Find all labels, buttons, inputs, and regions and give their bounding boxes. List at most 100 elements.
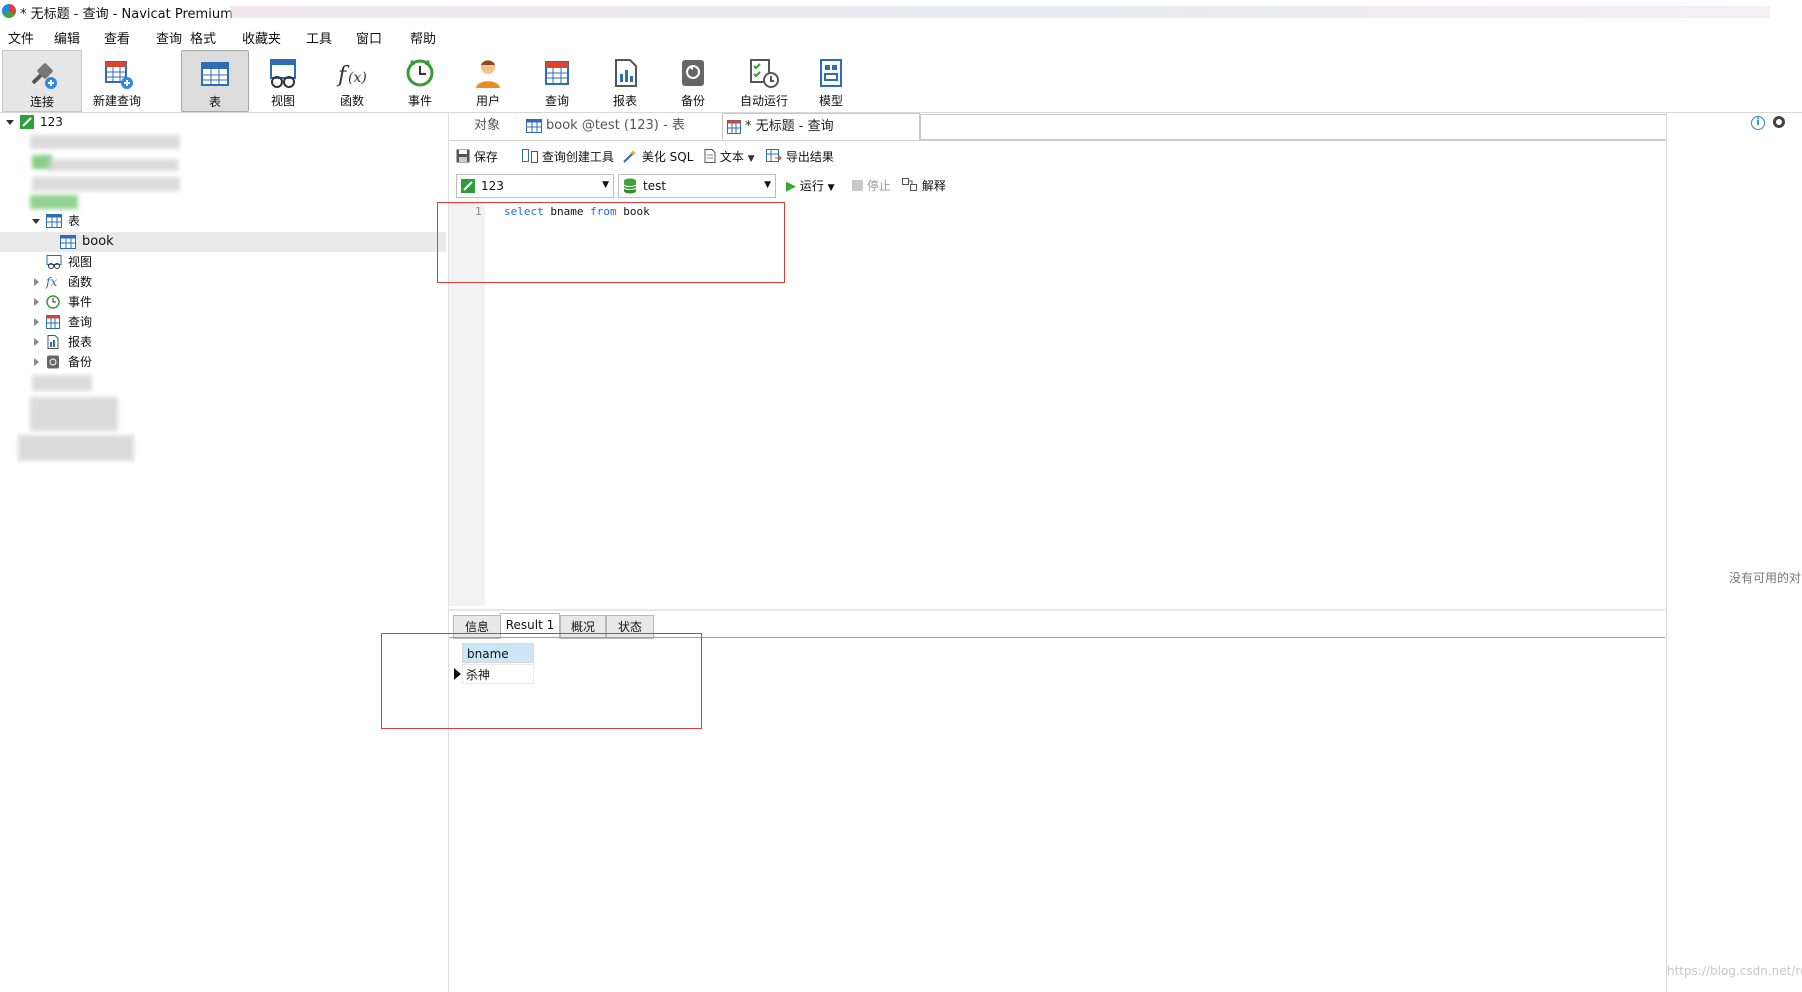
export-icon xyxy=(766,149,782,162)
menu-window[interactable]: 窗口 xyxy=(356,28,382,47)
new-query-icon xyxy=(105,61,133,89)
menu-favorites[interactable]: 收藏夹 xyxy=(242,28,281,47)
navicat-logo-icon xyxy=(2,4,16,18)
table-button[interactable]: 表 xyxy=(181,50,249,112)
connection-select[interactable]: 123 ▼ xyxy=(456,174,614,198)
blurred-item xyxy=(18,435,134,461)
tree-item-book[interactable]: book xyxy=(0,232,446,252)
pane-splitter[interactable] xyxy=(449,609,1665,611)
main-toolbar: 连接 新建查询 表 视图 f (x) 函数 事件 用户 查询 报表 备份 自动运行 xyxy=(0,48,1802,113)
expand-icon[interactable] xyxy=(34,338,39,346)
views-label: 视图 xyxy=(68,255,93,269)
model-button[interactable]: 模型 xyxy=(798,50,864,110)
tree-group-events[interactable]: 事件 xyxy=(32,293,412,311)
backup-label: 备份 xyxy=(680,94,705,108)
tree-group-queries[interactable]: 查询 xyxy=(32,313,412,331)
expand-icon[interactable] xyxy=(34,298,39,306)
function-icon: fx xyxy=(46,275,58,289)
query-icon xyxy=(545,61,569,85)
menu-help[interactable]: 帮助 xyxy=(410,28,436,47)
event-button[interactable]: 事件 xyxy=(387,50,453,110)
tree-group-functions[interactable]: fx 函数 xyxy=(32,273,412,291)
menu-file[interactable]: 文件 xyxy=(8,28,34,47)
database-select[interactable]: test ▼ xyxy=(618,174,776,198)
menu-format[interactable]: 格式 xyxy=(190,28,216,47)
report-icon xyxy=(47,335,59,349)
beautify-sql-button[interactable]: 美化 SQL xyxy=(622,148,693,165)
user-button[interactable]: 用户 xyxy=(455,50,521,110)
events-label: 事件 xyxy=(68,295,93,309)
tab-book-table[interactable]: book @test (123) - 表 xyxy=(524,113,720,139)
view-icon xyxy=(46,255,62,269)
tab-query-label: * 无标题 - 查询 xyxy=(745,119,834,134)
blurred-region xyxy=(230,6,1770,18)
blurred-item xyxy=(48,159,178,171)
menu-view[interactable]: 查看 xyxy=(104,28,130,47)
function-label: 函数 xyxy=(339,94,364,108)
tab-filler xyxy=(920,114,1668,140)
query-button[interactable]: 查询 xyxy=(524,50,590,110)
schedule-button[interactable]: 自动运行 xyxy=(728,50,800,110)
svg-text:(x): (x) xyxy=(348,70,367,86)
menu-query[interactable]: 查询 xyxy=(156,28,182,47)
export-result-button[interactable]: 导出结果 xyxy=(766,148,834,165)
explain-button[interactable]: 解释 xyxy=(902,177,946,194)
menu-edit[interactable]: 编辑 xyxy=(54,28,80,47)
query-builder-button[interactable]: 查询创建工具 xyxy=(522,148,614,165)
stop-icon xyxy=(852,180,863,191)
query-icon xyxy=(727,120,741,134)
connection-select-value: 123 xyxy=(481,179,504,193)
ddl-icon[interactable] xyxy=(1773,116,1785,128)
tab-query-active[interactable]: * 无标题 - 查询 xyxy=(722,113,920,140)
tree-group-views[interactable]: 视图 xyxy=(46,253,426,271)
tab-book-label: book @test (123) - 表 xyxy=(546,118,685,133)
query-icon xyxy=(46,315,60,329)
stop-label: 停止 xyxy=(866,179,891,193)
highlight-box-sql xyxy=(437,202,785,283)
database-icon xyxy=(623,178,637,194)
user-label: 用户 xyxy=(475,94,500,108)
chevron-down-icon: ▼ xyxy=(747,154,755,164)
menu-tools[interactable]: 工具 xyxy=(306,28,332,47)
table-icon xyxy=(60,235,76,249)
expand-icon[interactable] xyxy=(32,219,40,224)
schedule-label: 自动运行 xyxy=(739,94,788,108)
stop-button[interactable]: 停止 xyxy=(852,177,891,194)
tree-group-tables[interactable]: 表 xyxy=(30,212,430,230)
expand-icon[interactable] xyxy=(6,120,14,125)
chevron-down-icon: ▼ xyxy=(602,180,609,190)
explain-label: 解释 xyxy=(921,179,946,193)
function-button[interactable]: f (x) 函数 xyxy=(319,50,385,110)
expand-icon[interactable] xyxy=(34,278,39,286)
connection-label: 123 xyxy=(40,115,63,129)
result-tab-info-label: 信息 xyxy=(464,620,489,634)
blurred-item xyxy=(30,135,180,149)
chevron-down-icon: ▼ xyxy=(827,183,835,193)
tree-group-backups[interactable]: 备份 xyxy=(32,353,412,371)
backup-button[interactable]: 备份 xyxy=(660,50,726,110)
report-icon xyxy=(615,59,637,87)
save-icon xyxy=(456,149,470,163)
empty-objects-text: 没有可用的对象 xyxy=(1729,571,1802,585)
new-query-button[interactable]: 新建查询 xyxy=(84,50,150,110)
connect-button[interactable]: 连接 xyxy=(2,50,82,112)
result-tab-result1-label: Result 1 xyxy=(505,618,555,632)
table-icon xyxy=(46,214,62,228)
text-menu-button[interactable]: 文本 ▼ xyxy=(704,148,755,165)
expand-icon[interactable] xyxy=(34,358,39,366)
report-button[interactable]: 报表 xyxy=(592,50,658,110)
expand-icon[interactable] xyxy=(34,318,39,326)
run-button[interactable]: ▶ 运行 ▼ xyxy=(786,177,835,194)
tree-group-reports[interactable]: 报表 xyxy=(32,333,412,351)
model-label: 模型 xyxy=(818,94,843,108)
tab-objects[interactable]: 对象 xyxy=(452,113,522,139)
view-button[interactable]: 视图 xyxy=(250,50,316,110)
info-icon[interactable]: i xyxy=(1751,116,1765,130)
connect-label: 连接 xyxy=(29,95,54,109)
save-button[interactable]: 保存 xyxy=(456,148,498,165)
info-panel: i 没有可用的对象 https://blog.csdn.net/residual… xyxy=(1666,113,1802,992)
clock-icon xyxy=(46,295,60,309)
view-label: 视图 xyxy=(270,94,295,108)
connection-node[interactable]: 123 xyxy=(4,113,444,131)
wand-icon xyxy=(623,150,636,163)
